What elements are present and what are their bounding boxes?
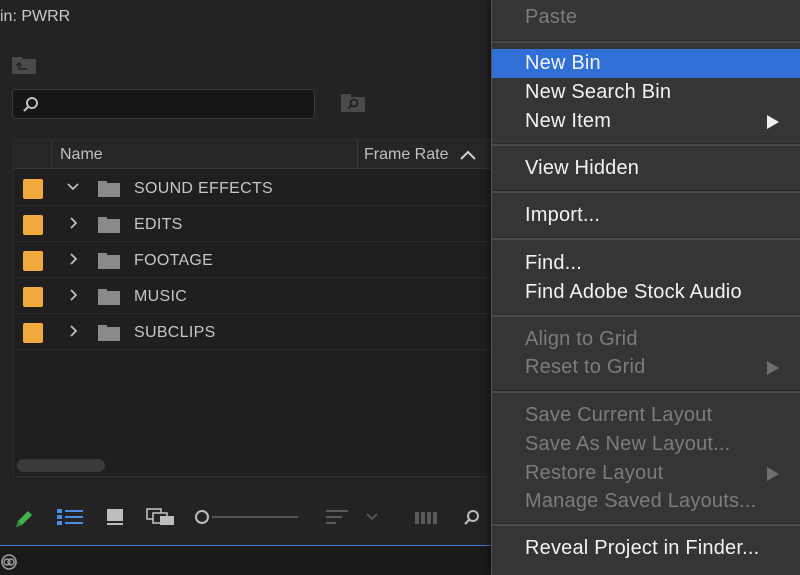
folder-icon — [98, 181, 120, 202]
submenu-arrow-icon — [767, 115, 779, 129]
menu-item-label: Import... — [525, 204, 601, 226]
menu-item-find-adobe-stock-audio[interactable]: Find Adobe Stock Audio — [492, 278, 800, 307]
bin-list: Name Frame Rate SOUND EFFECTS EDITS FOOT… — [13, 139, 503, 477]
menu-item-paste[interactable]: Paste — [492, 3, 800, 32]
freeform-view-icon[interactable] — [146, 508, 176, 531]
menu-item-label: View Hidden — [525, 157, 640, 179]
chevron-right-icon[interactable] — [66, 216, 80, 235]
menu-item-save-current-layout[interactable]: Save Current Layout — [492, 401, 800, 430]
menu-item-label: Restore Layout — [525, 462, 664, 484]
menu-separator — [492, 523, 800, 526]
zoom-slider-handle[interactable] — [195, 510, 209, 524]
column-divider[interactable] — [357, 140, 358, 169]
pencil-icon[interactable] — [13, 508, 35, 535]
list-item[interactable]: FOOTAGE — [14, 242, 502, 278]
navigate-up-icon[interactable] — [12, 57, 36, 74]
sort-icon[interactable] — [326, 508, 350, 531]
folder-icon — [98, 325, 120, 346]
bin-name: EDITS — [134, 216, 183, 233]
panel-title: in: PWRR — [0, 8, 71, 25]
label-color-swatch[interactable] — [23, 323, 43, 343]
automate-to-sequence-icon[interactable] — [414, 508, 440, 531]
menu-item-label: Save As New Layout... — [525, 433, 731, 455]
menu-item-label: Reset to Grid — [525, 356, 646, 378]
bin-name: SOUND EFFECTS — [134, 180, 274, 197]
menu-separator — [492, 190, 800, 193]
icon-view-icon[interactable] — [106, 508, 124, 531]
label-color-swatch[interactable] — [23, 287, 43, 307]
menu-item-reveal-project-in-finder[interactable]: Reveal Project in Finder... — [492, 534, 800, 563]
menu-item-manage-saved-layouts[interactable]: Manage Saved Layouts... — [492, 487, 800, 516]
zoom-slider[interactable] — [212, 516, 298, 518]
folder-icon — [98, 217, 120, 238]
menu-item-label: Paste — [525, 6, 578, 28]
menu-item-save-as-new-layout[interactable]: Save As New Layout... — [492, 430, 800, 459]
menu-separator — [492, 40, 800, 43]
menu-item-restore-layout[interactable]: Restore Layout — [492, 459, 800, 488]
find-icon[interactable] — [462, 508, 482, 533]
menu-item-align-to-grid[interactable]: Align to Grid — [492, 325, 800, 354]
folder-icon — [98, 289, 120, 310]
submenu-arrow-icon — [767, 467, 779, 481]
label-color-swatch[interactable] — [23, 251, 43, 271]
menu-item-label: New Search Bin — [525, 81, 672, 103]
chevron-down-icon[interactable] — [66, 180, 80, 199]
list-view-icon[interactable] — [57, 508, 83, 531]
submenu-arrow-icon — [767, 361, 779, 375]
menu-item-new-item[interactable]: New Item — [492, 107, 800, 136]
menu-item-find[interactable]: Find... — [492, 249, 800, 278]
chevron-right-icon[interactable] — [66, 252, 80, 271]
menu-item-label: Find... — [525, 252, 582, 274]
chevron-right-icon[interactable] — [66, 324, 80, 343]
bin-name: FOOTAGE — [134, 252, 214, 269]
menu-item-import[interactable]: Import... — [492, 201, 800, 230]
new-search-bin-icon[interactable] — [341, 94, 365, 117]
folder-icon — [98, 253, 120, 274]
menu-item-label: Align to Grid — [525, 328, 638, 350]
label-color-swatch[interactable] — [23, 215, 43, 235]
chevron-right-icon[interactable] — [66, 288, 80, 307]
horizontal-scrollbar[interactable] — [17, 459, 105, 472]
context-menu: Paste New Bin New Search Bin New Item Vi… — [491, 0, 800, 575]
chevron-down-icon[interactable] — [364, 508, 380, 529]
menu-item-label: New Item — [525, 110, 612, 132]
menu-item-label: Manage Saved Layouts... — [525, 490, 757, 512]
menu-separator — [492, 237, 800, 240]
column-name-header[interactable]: Name — [60, 146, 103, 164]
menu-item-new-bin[interactable]: New Bin — [492, 49, 800, 78]
creative-cloud-icon[interactable] — [0, 553, 18, 575]
menu-separator — [492, 390, 800, 393]
bin-name: MUSIC — [134, 288, 188, 305]
list-item[interactable]: SUBCLIPS — [14, 314, 502, 350]
menu-item-label: New Bin — [525, 52, 601, 74]
bin-name: SUBCLIPS — [134, 324, 216, 341]
sort-ascending-icon[interactable] — [459, 148, 477, 166]
menu-item-label: Save Current Layout — [525, 404, 713, 426]
search-input[interactable] — [12, 89, 315, 119]
list-item[interactable]: EDITS — [14, 206, 502, 242]
search-icon — [22, 96, 40, 119]
label-color-swatch[interactable] — [23, 179, 43, 199]
menu-separator — [492, 143, 800, 146]
menu-item-label: Find Adobe Stock Audio — [525, 281, 742, 303]
list-item[interactable]: MUSIC — [14, 278, 502, 314]
column-frame-rate-header[interactable]: Frame Rate — [364, 146, 448, 164]
menu-item-view-hidden[interactable]: View Hidden — [492, 154, 800, 183]
menu-item-new-search-bin[interactable]: New Search Bin — [492, 78, 800, 107]
list-item[interactable]: SOUND EFFECTS — [14, 170, 502, 206]
menu-item-label: Reveal Project in Finder... — [525, 537, 760, 559]
list-header: Name Frame Rate — [14, 140, 502, 169]
label-column-header — [14, 140, 52, 169]
menu-separator — [492, 314, 800, 317]
menu-item-reset-to-grid[interactable]: Reset to Grid — [492, 353, 800, 382]
